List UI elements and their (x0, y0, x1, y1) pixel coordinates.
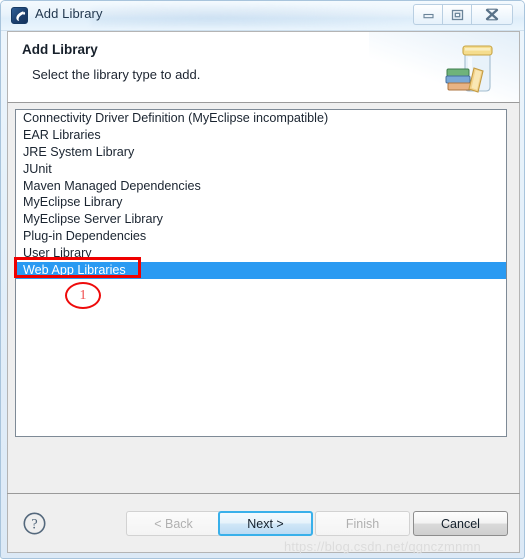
page-description: Select the library type to add. (32, 67, 201, 82)
list-item[interactable]: User Library (16, 245, 506, 262)
list-item[interactable]: MyEclipse Library (16, 194, 506, 211)
maximize-glyph (443, 5, 471, 24)
close-icon[interactable] (471, 4, 513, 25)
list-item-label: MyEclipse Library (23, 195, 123, 210)
list-item[interactable]: Maven Managed Dependencies (16, 178, 506, 195)
minimize-glyph (414, 5, 442, 24)
library-jar-books-icon (443, 38, 505, 98)
window-title: Add Library (35, 6, 103, 21)
list-item-label: JUnit (23, 161, 52, 176)
list-item[interactable]: MyEclipse Server Library (16, 211, 506, 228)
list-item-label: User Library (23, 246, 92, 261)
eclipse-j-icon (11, 7, 28, 24)
next-button-label: Next > (247, 516, 284, 531)
list-item[interactable]: Plug-in Dependencies (16, 228, 506, 245)
list-item-label: MyEclipse Server Library (23, 212, 163, 227)
list-item-label: Web App Libraries (23, 263, 126, 278)
list-item[interactable]: JRE System Library (16, 144, 506, 161)
list-item[interactable]: EAR Libraries (16, 127, 506, 144)
svg-text:?: ? (31, 516, 37, 532)
list-item-label: JRE System Library (23, 144, 135, 159)
list-item[interactable]: JUnit (16, 161, 506, 178)
minimize-icon[interactable] (413, 4, 442, 25)
dialog-header: Add Library Select the library type to a… (7, 31, 520, 103)
next-button[interactable]: Next > (218, 511, 313, 536)
close-glyph (472, 5, 512, 24)
maximize-icon[interactable] (442, 4, 471, 25)
dialog-body-lower-panel (7, 437, 520, 494)
list-item-label: EAR Libraries (23, 127, 101, 142)
list-item-label: Plug-in Dependencies (23, 229, 147, 244)
library-type-list[interactable]: Connectivity Driver Definition (MyEclips… (15, 109, 507, 437)
list-item[interactable]: Connectivity Driver Definition (MyEclips… (16, 110, 506, 127)
finish-button[interactable]: Finish (315, 511, 410, 536)
help-question-icon[interactable]: ? (22, 511, 47, 536)
finish-button-label: Finish (345, 516, 380, 531)
add-library-dialog: Add Library Add Library Select the libra… (0, 0, 525, 559)
page-title: Add Library (22, 42, 98, 57)
back-button[interactable]: < Back (126, 511, 221, 536)
list-item-label: Maven Managed Dependencies (23, 178, 201, 193)
titlebar-glow (91, 3, 431, 27)
list-item-label: Connectivity Driver Definition (MyEclips… (23, 111, 329, 125)
title-bar[interactable]: Add Library (1, 1, 524, 31)
cancel-button-label: Cancel (441, 516, 480, 531)
list-item-selected[interactable]: Web App Libraries (16, 262, 506, 279)
back-button-label: < Back (154, 516, 193, 531)
cancel-button[interactable]: Cancel (413, 511, 508, 536)
